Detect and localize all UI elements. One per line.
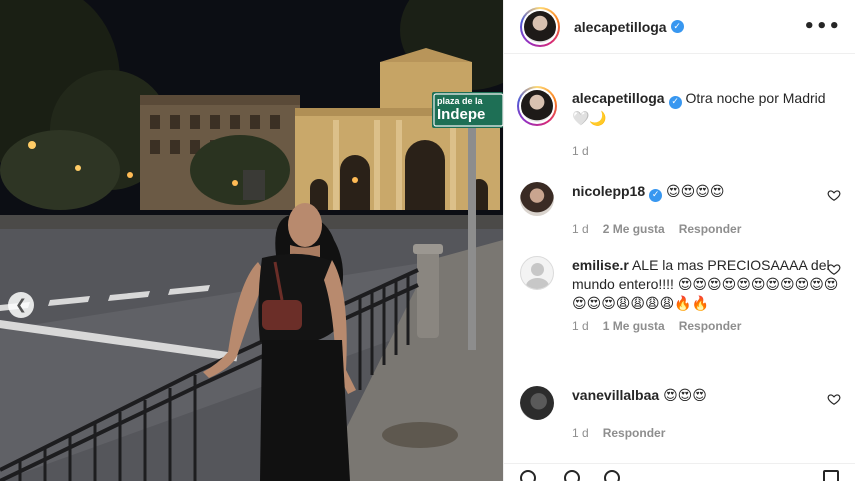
comment-body: vanevillalbaa 😍😍😍: [572, 386, 841, 420]
reply-button[interactable]: Responder: [679, 222, 742, 236]
author-avatar[interactable]: [520, 6, 560, 47]
heart-icon[interactable]: [827, 262, 841, 276]
post-photo[interactable]: plaza de la Indepe ❮: [0, 0, 503, 481]
verified-badge-icon: ✓: [649, 189, 663, 202]
verified-badge-icon: ✓: [670, 20, 684, 33]
commenter-username[interactable]: emilise.r: [572, 257, 629, 273]
post-side-panel: alecapetilloga ✓ ••• alecapetilloga ✓ Otr…: [503, 0, 855, 481]
caption-emojis: 🤍🌙: [572, 110, 607, 126]
caption-body: alecapetilloga ✓ Otra noche por Madrid 🤍🌙: [572, 89, 841, 128]
comment-item: nicolepp18 ✓ 😍😍😍😍 1 d 2 Me gusta Responde…: [520, 182, 841, 236]
comment-time[interactable]: 1 d: [572, 319, 589, 333]
reply-button[interactable]: Responder: [679, 319, 742, 333]
post-header: alecapetilloga ✓ •••: [504, 0, 855, 54]
caption-text: Otra noche por Madrid: [685, 90, 826, 106]
chevron-left-icon: ❮: [15, 297, 27, 313]
caption-avatar[interactable]: [517, 86, 557, 126]
heart-icon[interactable]: [827, 188, 841, 202]
comment-item: vanevillalbaa 😍😍😍 1 d Responder: [520, 386, 841, 440]
verified-badge-icon: ✓: [668, 96, 682, 109]
comment-time[interactable]: 1 d: [572, 426, 589, 440]
comment-body: emilise.r ALE la mas PRECIOSAAAA del mun…: [572, 256, 841, 313]
post-caption: alecapetilloga ✓ Otra noche por Madrid 🤍🌙…: [517, 86, 841, 158]
caption-avatar-image: [521, 90, 553, 122]
comment-time[interactable]: 1 d: [572, 222, 589, 236]
comment-text: 😍😍😍: [663, 387, 707, 403]
share-icon[interactable]: [604, 470, 620, 481]
comment-likes[interactable]: 1 Me gusta: [603, 319, 665, 333]
commenter-avatar[interactable]: [520, 256, 554, 290]
commenter-avatar[interactable]: [520, 386, 554, 420]
photo-scene: [0, 0, 503, 481]
save-icon[interactable]: [823, 470, 839, 481]
street-sign-text: plaza de la Indepe: [437, 96, 503, 123]
street-sign-line2: Indepe: [437, 106, 486, 123]
comment-text: 😍😍😍😍: [666, 183, 725, 199]
commenter-username[interactable]: vanevillalbaa: [572, 387, 659, 403]
commenter-username[interactable]: nicolepp18: [572, 183, 645, 199]
author-avatar-image: [524, 10, 556, 43]
comment-body: nicolepp18 ✓ 😍😍😍😍: [572, 182, 841, 216]
heart-icon[interactable]: [827, 392, 841, 406]
comment-likes[interactable]: 2 Me gusta: [603, 222, 665, 236]
caption-time[interactable]: 1 d: [572, 144, 589, 158]
comment-icon[interactable]: [564, 470, 580, 481]
caption-username[interactable]: alecapetilloga: [572, 90, 665, 106]
action-bar: [504, 463, 855, 481]
commenter-avatar[interactable]: [520, 182, 554, 216]
reply-button[interactable]: Responder: [603, 426, 666, 440]
more-options-icon[interactable]: •••: [803, 16, 841, 37]
previous-photo-button[interactable]: ❮: [8, 292, 34, 318]
like-icon[interactable]: [520, 470, 536, 481]
comments-list[interactable]: alecapetilloga ✓ Otra noche por Madrid 🤍🌙…: [504, 55, 855, 461]
author-username[interactable]: alecapetilloga: [574, 19, 667, 35]
comment-item: emilise.r ALE la mas PRECIOSAAAA del mun…: [520, 256, 841, 333]
